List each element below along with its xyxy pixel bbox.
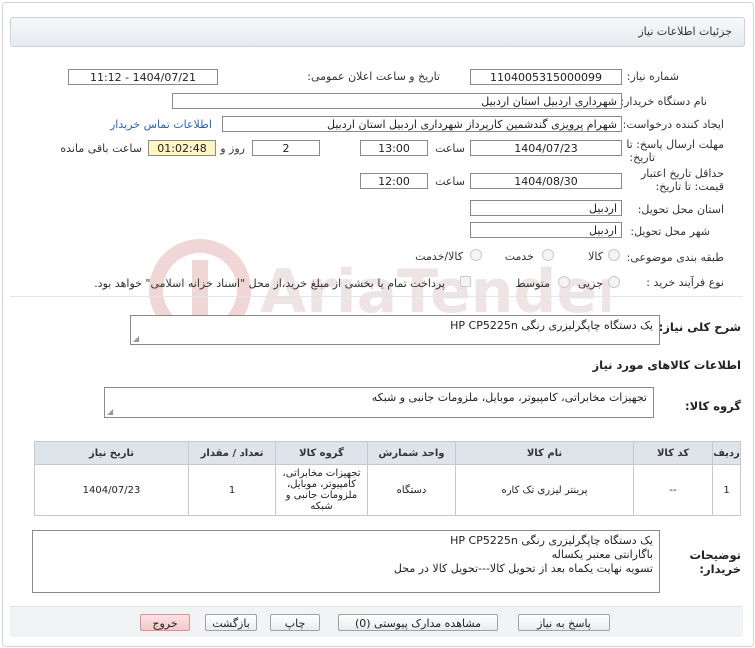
buyer-notes-label-2: خریدار: xyxy=(699,562,741,576)
cell-name: پرینتر لیزری تک کاره xyxy=(455,464,634,516)
category-option-both: کالا/خدمت xyxy=(415,250,463,263)
validity-label: حداقل تاریخ اعتبار xyxy=(640,167,724,180)
view-attachments-button[interactable]: مشاهده مدارک پیوستی (0) xyxy=(338,614,498,631)
goods-group-label: گروه کالا: xyxy=(685,399,741,413)
announce-label: تاریخ و ساعت اعلان عمومی: xyxy=(307,70,440,83)
cell-need-date: 1404/07/23 xyxy=(34,464,189,516)
deadline-time-label: ساعت xyxy=(435,142,465,155)
goods-group-field[interactable]: تجهیزات مخابراتی، کامپیوتر، موبایل، ملزو… xyxy=(104,387,654,418)
summary-field[interactable]: یک دستگاه چاپگرلیزری رنگی HP CP5225n ◢ xyxy=(130,315,660,345)
buyer-notes-field[interactable]: یک دستگاه چاپگرلیزری رنگی HP CP5225n باگ… xyxy=(32,530,660,593)
items-table: ردیف کد کالا نام کالا واحد شمارش گروه کا… xyxy=(34,441,741,516)
deadline-label-2: تاریخ: xyxy=(629,151,655,164)
creator-field[interactable]: شهرام پرویزی گندشمین کارپرداز شهرداری ار… xyxy=(222,116,622,132)
process-label: نوع فرآیند خرید : xyxy=(646,276,724,289)
process-radio-minor[interactable] xyxy=(608,276,620,288)
back-button[interactable]: بازگشت xyxy=(205,614,257,631)
cell-group: تجهیزات مخابراتی، کامپیوتر، موبایل، ملزو… xyxy=(275,464,368,516)
process-radio-medium[interactable] xyxy=(558,276,570,288)
cell-unit: دستگاه xyxy=(367,464,456,516)
buyer-notes-line-1: یک دستگاه چاپگرلیزری رنگی HP CP5225n xyxy=(450,534,653,547)
buyer-org-field[interactable]: شهرداری اردبیل استان اردبیل xyxy=(172,93,622,109)
col-header-unit: واحد شمارش xyxy=(367,441,456,465)
table-header-row: ردیف کد کالا نام کالا واحد شمارش گروه کا… xyxy=(34,441,741,465)
city-field[interactable]: اردبیل xyxy=(470,222,622,238)
treasury-checkbox[interactable] xyxy=(460,276,471,287)
buyer-notes-label: توضیحات xyxy=(689,548,742,562)
cell-code: -- xyxy=(633,464,713,516)
print-button[interactable]: چاپ xyxy=(270,614,320,631)
col-header-code: کد کالا xyxy=(633,441,713,465)
announce-field[interactable]: 1404/07/21 - 11:12 xyxy=(68,69,218,85)
need-number-label: شماره نیاز: xyxy=(626,70,679,83)
treasury-note: پرداخت تمام یا بخشی از مبلغ خرید،از محل … xyxy=(94,277,445,290)
validity-label-2: قیمت: تا تاریخ: xyxy=(655,180,724,193)
days-field[interactable]: 2 xyxy=(252,140,320,156)
deadline-label: مهلت ارسال پاسخ: تا xyxy=(626,138,724,151)
col-header-quantity: تعداد / مقدار xyxy=(188,441,276,465)
resize-grip-icon[interactable]: ◢ xyxy=(107,407,113,416)
panel-header: جزئیات اطلاعات نیاز xyxy=(10,17,745,47)
category-label: طبقه بندی موضوعی: xyxy=(626,251,724,264)
province-field[interactable]: اردبیل xyxy=(470,200,622,216)
buyer-org-label: نام دستگاه خریدار: xyxy=(620,95,707,108)
remaining-time-field: 01:02:48 xyxy=(148,140,216,156)
category-radio-goods[interactable] xyxy=(608,249,620,261)
buyer-notes-line-2: باگارانتی معتبر یکساله xyxy=(551,548,653,561)
deadline-time-field[interactable]: 13:00 xyxy=(360,140,428,156)
goods-group-text: تجهیزات مخابراتی، کامپیوتر، موبایل، ملزو… xyxy=(371,391,647,404)
city-label: شهر محل تحویل: xyxy=(630,225,710,238)
table-row: 1 -- پرینتر لیزری تک کاره دستگاه تجهیزات… xyxy=(34,464,741,516)
validity-time-field[interactable]: 12:00 xyxy=(360,173,428,189)
goods-info-title: اطلاعات کالاهای مورد نیاز xyxy=(592,358,741,372)
category-option-goods: کالا xyxy=(588,250,603,263)
remaining-label: ساعت باقی مانده xyxy=(60,142,142,155)
need-number-field[interactable]: 1104005315000099 xyxy=(470,69,622,85)
divider xyxy=(10,296,743,297)
col-header-need-date: تاریخ نیاز xyxy=(34,441,189,465)
category-radio-both[interactable] xyxy=(470,249,482,261)
col-header-row-number: ردیف xyxy=(712,441,741,465)
cell-quantity: 1 xyxy=(188,464,276,516)
creator-label: ایجاد کننده درخواست: xyxy=(622,118,724,131)
col-header-group: گروه کالا xyxy=(275,441,368,465)
contact-buyer-link[interactable]: اطلاعات تماس خریدار xyxy=(110,118,212,131)
col-header-name: نام کالا xyxy=(455,441,634,465)
province-label: استان محل تحویل: xyxy=(637,203,724,216)
buyer-notes-line-3: تسویه نهایت یکماه بعد از تحویل کالا---تح… xyxy=(393,562,653,575)
deadline-date-field[interactable]: 1404/07/23 xyxy=(470,140,622,156)
days-label: روز و xyxy=(220,142,245,155)
category-radio-service[interactable] xyxy=(542,249,554,261)
validity-date-field[interactable]: 1404/08/30 xyxy=(470,173,622,189)
cell-row-number: 1 xyxy=(712,464,741,516)
category-option-service: خدمت xyxy=(504,250,534,263)
process-option-minor: جزیی xyxy=(577,277,603,290)
resize-grip-icon[interactable]: ◢ xyxy=(133,334,139,343)
summary-text: یک دستگاه چاپگرلیزری رنگی HP CP5225n xyxy=(450,319,653,332)
exit-button[interactable]: خروج xyxy=(140,614,190,631)
button-bar: پاسخ به نیاز مشاهده مدارک پیوستی (0) چاپ… xyxy=(10,606,743,637)
panel-title: جزئیات اطلاعات نیاز xyxy=(638,25,732,38)
reply-button[interactable]: پاسخ به نیاز xyxy=(518,614,610,631)
process-option-medium: متوسط xyxy=(515,277,550,290)
summary-label: شرح کلی نیاز: xyxy=(658,320,741,334)
validity-time-label: ساعت xyxy=(435,175,465,188)
